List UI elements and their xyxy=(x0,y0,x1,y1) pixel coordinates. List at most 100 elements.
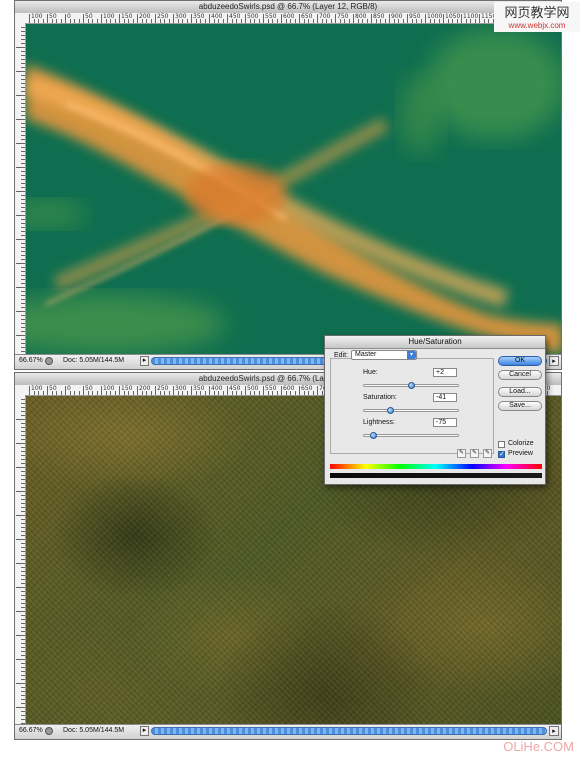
ruler-tick xyxy=(16,419,25,420)
edit-label: Edit: xyxy=(334,352,349,359)
ruler-tick xyxy=(51,391,53,395)
ruler-tick xyxy=(213,19,215,23)
ruler-tick xyxy=(119,386,120,395)
ruler-tick xyxy=(87,391,89,395)
ruler-tick xyxy=(110,391,111,395)
eyedropper-minus-icon[interactable]: ✎ xyxy=(483,449,492,458)
ruler-tick xyxy=(21,631,25,632)
ruler-tick xyxy=(21,619,25,620)
ruler-tick xyxy=(21,567,25,568)
ruler-tick xyxy=(21,267,25,268)
ruler-tick xyxy=(168,391,170,395)
eyedropper-icon[interactable]: ✎ xyxy=(457,449,466,458)
ok-button[interactable]: OK xyxy=(498,356,542,366)
zoom-level[interactable]: 66.67% xyxy=(19,727,43,734)
ruler-tick xyxy=(366,19,368,23)
zoom-level[interactable]: 66.67% xyxy=(19,357,43,364)
ruler-tick xyxy=(389,14,390,23)
ruler-tick xyxy=(21,687,25,688)
vertical-ruler[interactable] xyxy=(15,395,26,732)
ruler-tick xyxy=(218,391,219,395)
ruler-tick xyxy=(132,19,134,23)
saturation-input[interactable]: -41 xyxy=(433,393,457,402)
ruler-tick xyxy=(245,386,246,395)
ruler-tick xyxy=(21,555,25,556)
dialog-title[interactable]: Hue/Saturation xyxy=(325,336,545,349)
ruler-tick xyxy=(21,331,25,332)
ruler-tick xyxy=(488,19,489,23)
ruler-tick xyxy=(21,463,25,464)
document-window-1[interactable]: abduzeedoSwirls.psd @ 66.7% (Layer 12, R… xyxy=(14,0,562,370)
ruler-tick xyxy=(21,79,25,80)
ruler-tick xyxy=(38,391,39,395)
ruler-tick xyxy=(21,327,25,328)
ruler-tick xyxy=(119,14,120,23)
ruler-tick xyxy=(21,315,25,316)
horizontal-ruler[interactable]: 100 50 0 50 100 150 200 250 300 350 400 450 500 550 60… xyxy=(15,13,561,24)
ruler-tick xyxy=(375,19,377,23)
status-menu-arrow-icon[interactable]: ▸ xyxy=(140,356,149,366)
ruler-tick xyxy=(146,19,147,23)
lightness-slider-thumb[interactable] xyxy=(370,432,377,439)
vertical-ruler[interactable] xyxy=(15,23,26,360)
colorize-checkbox[interactable] xyxy=(498,441,505,448)
scroll-right-icon[interactable]: ▸ xyxy=(549,726,559,736)
ruler-tick xyxy=(16,635,25,636)
cancel-button[interactable]: Cancel xyxy=(498,370,542,380)
save-button[interactable]: Save... xyxy=(498,401,542,411)
ruler-tick xyxy=(21,607,25,608)
load-button[interactable]: Load... xyxy=(498,387,542,397)
saturation-slider[interactable] xyxy=(363,409,459,412)
ruler-tick xyxy=(21,623,25,624)
ruler-tick xyxy=(353,14,354,23)
ruler-tick xyxy=(16,287,25,288)
scroll-right-icon[interactable]: ▸ xyxy=(549,356,559,366)
ruler-tick xyxy=(21,299,25,300)
ruler-tick xyxy=(21,131,25,132)
ruler-tick xyxy=(416,19,417,23)
ruler-tick xyxy=(398,19,399,23)
ruler-tick xyxy=(231,391,233,395)
ruler-tick xyxy=(16,683,25,684)
ruler-tick xyxy=(272,19,273,23)
ruler-tick xyxy=(21,83,25,84)
ruler-tick xyxy=(195,19,197,23)
hue-saturation-dialog[interactable]: Hue/Saturation Edit: Master ▾ Hue: +2 Sa… xyxy=(324,335,546,485)
ruler-tick xyxy=(21,231,25,232)
ruler-tick xyxy=(21,175,25,176)
eyedropper-plus-icon[interactable]: ✎ xyxy=(470,449,479,458)
ruler-tick xyxy=(186,391,188,395)
image-canvas[interactable] xyxy=(26,24,561,355)
edit-channel-select[interactable]: Master ▾ xyxy=(351,350,417,360)
hue-slider-thumb[interactable] xyxy=(408,382,415,389)
horizontal-scrollbar[interactable] xyxy=(151,727,547,735)
ruler-tick xyxy=(177,19,179,23)
ruler-tick xyxy=(21,447,25,448)
status-menu-arrow-icon[interactable]: ▸ xyxy=(140,726,149,736)
ruler-tick xyxy=(191,14,192,23)
hue-input[interactable]: +2 xyxy=(433,368,457,377)
ruler-tick xyxy=(21,615,25,616)
ruler-tick xyxy=(245,14,246,23)
preview-checkbox[interactable]: ✓ xyxy=(498,451,505,458)
lightness-label: Lightness: xyxy=(363,419,395,426)
ruler-tick xyxy=(92,391,93,395)
ruler-tick xyxy=(21,551,25,552)
ruler-tick xyxy=(159,391,161,395)
ruler-tick xyxy=(362,19,363,23)
ruler-tick xyxy=(21,39,25,40)
ruler-tick xyxy=(21,159,25,160)
ruler-tick xyxy=(21,43,25,44)
ruler-tick xyxy=(16,311,25,312)
ruler-tick xyxy=(16,215,25,216)
ruler-tick xyxy=(92,19,93,23)
lightness-slider[interactable] xyxy=(363,434,459,437)
lightness-input[interactable]: -75 xyxy=(433,418,457,427)
ruler-tick xyxy=(21,559,25,560)
ruler-tick xyxy=(141,19,143,23)
ruler-tick xyxy=(78,391,80,395)
saturation-slider-thumb[interactable] xyxy=(387,407,394,414)
ruler-tick xyxy=(339,19,341,23)
ruler-tick xyxy=(128,19,129,23)
ruler-tick xyxy=(21,67,25,68)
